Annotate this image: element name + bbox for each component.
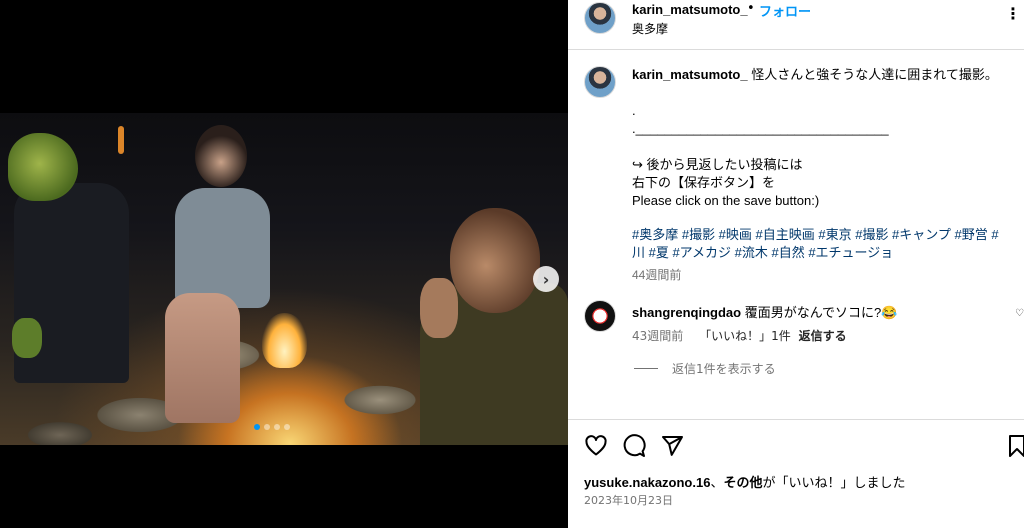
comment-icon[interactable] [622, 434, 646, 458]
carousel-dot [284, 424, 290, 430]
comment-like-icon[interactable]: ♡ [1015, 308, 1024, 319]
likes-separator: 、 [710, 475, 724, 490]
caption-timestamp[interactable]: 44週間前 [632, 266, 1012, 284]
carousel-dot [254, 424, 260, 430]
caption-body: 怪人さんと強そうな人達に囲まれて撮影。 [751, 67, 998, 82]
carousel-dot [274, 424, 280, 430]
photo-man-hand [420, 278, 458, 338]
likes-suffix: が「いいね！」しました [762, 475, 906, 490]
comment-timestamp[interactable]: 43週間前 [632, 329, 683, 343]
comment-body: 覆面男がなんでソコに?😂 [744, 305, 898, 320]
photo-campfire [262, 313, 307, 368]
avatar[interactable] [584, 2, 616, 34]
header-username[interactable]: karin_matsumoto_ [632, 2, 748, 17]
comment-text: shangrenqingdao 覆面男がなんでソコに?😂 [632, 302, 1012, 321]
post-photo[interactable] [0, 113, 568, 445]
photo-man-head [450, 208, 540, 313]
post-media: › [0, 0, 568, 528]
caption-divider: .___________________________________ [632, 121, 889, 136]
liker-username[interactable]: yusuke.nakazono.16 [584, 475, 710, 490]
post-actions: yusuke.nakazono.16、その他が「いいね！」しました 2023年1… [568, 419, 1024, 528]
caption-hashtags[interactable]: 川 #夏 #アメカジ #流木 #自然 #エチュージョ [632, 244, 1012, 262]
comment-username[interactable]: shangrenqingdao [632, 305, 741, 320]
caption-line: Please click on the save button:) [632, 193, 820, 208]
carousel-dots [254, 424, 290, 430]
comment-meta: 43週間前 「いいね！」1件 返信する [632, 327, 847, 344]
share-icon[interactable] [660, 434, 684, 458]
caption-line: ↪ 後から見返したい投稿には [632, 157, 803, 172]
likes-summary: yusuke.nakazono.16、その他が「いいね！」しました [584, 472, 906, 491]
caption-line: 右下の【保存ボタン】を [632, 175, 776, 190]
heart-icon[interactable] [584, 434, 608, 458]
photo-ember [118, 126, 124, 154]
photo-woman-body [175, 188, 270, 308]
carousel-next-button[interactable]: › [533, 266, 559, 292]
avatar[interactable] [584, 66, 616, 98]
photo-creature-head [8, 133, 78, 201]
carousel-dot [264, 424, 270, 430]
avatar[interactable] [584, 300, 616, 332]
post-side-panel: karin_matsumoto_ • フォロー 奥多摩 ⋮ karin_mats… [568, 0, 1024, 528]
location-link[interactable]: 奥多摩 [632, 20, 668, 37]
photo-creature-hand [12, 318, 42, 358]
photo-woman-legs [165, 293, 240, 423]
reply-button[interactable]: 返信する [799, 329, 847, 343]
comment-likes[interactable]: 「いいね！」1件 [699, 329, 791, 343]
photo-woman-head [195, 125, 247, 187]
caption-username[interactable]: karin_matsumoto_ [632, 67, 748, 82]
view-replies-button[interactable]: 返信1件を表示する [634, 360, 776, 377]
chevron-right-icon: › [542, 269, 550, 289]
caption-dot: . [632, 103, 636, 118]
separator: • [747, 1, 755, 16]
post-header: karin_matsumoto_ • フォロー 奥多摩 ⋮ [568, 0, 1024, 50]
caption-text: karin_matsumoto_ 怪人さんと強そうな人達に囲まれて撮影。 . .… [632, 66, 1012, 284]
divider-line [634, 368, 658, 369]
view-replies-label: 返信1件を表示する [672, 362, 776, 376]
more-options-icon[interactable]: ⋮ [1005, 4, 1021, 23]
post-date[interactable]: 2023年10月23日 [584, 492, 673, 508]
caption-hashtags[interactable]: #奥多摩 #撮影 #映画 #自主映画 #東京 #撮影 #キャンプ #野営 # [632, 226, 1012, 244]
likes-others-link[interactable]: その他 [723, 475, 762, 490]
bookmark-icon[interactable] [1008, 434, 1024, 458]
follow-button[interactable]: フォロー [759, 1, 811, 20]
